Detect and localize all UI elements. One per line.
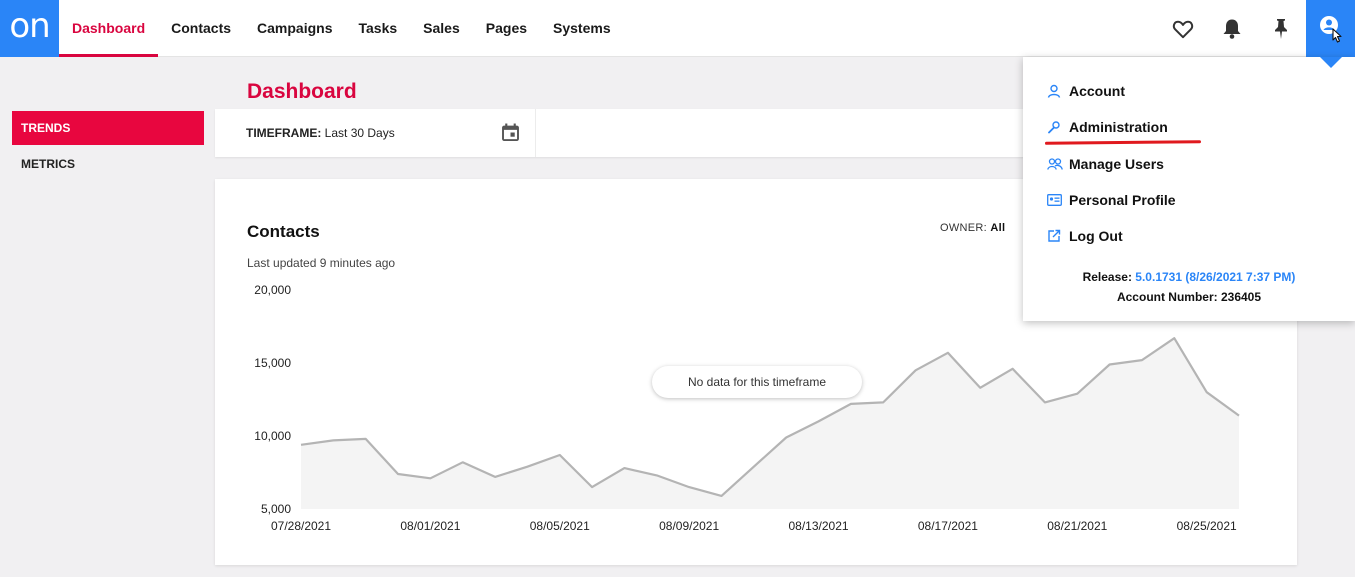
- nav-tasks[interactable]: Tasks: [346, 0, 411, 57]
- menu-item-label: Administration: [1069, 119, 1168, 135]
- chart-area-fill: [301, 338, 1239, 509]
- person-icon: [1047, 84, 1061, 98]
- no-data-pill: No data for this timeframe: [652, 366, 862, 398]
- x-tick-label: 08/13/2021: [788, 519, 848, 533]
- bell-icon: [1223, 19, 1241, 39]
- external-link-icon: [1048, 229, 1061, 242]
- menu-item-label: Log Out: [1069, 228, 1123, 244]
- user-icon: [1319, 15, 1342, 43]
- favorites-button[interactable]: [1159, 0, 1207, 57]
- nav-contacts[interactable]: Contacts: [158, 0, 244, 57]
- x-tick-label: 08/09/2021: [659, 519, 719, 533]
- x-tick-label: 08/21/2021: [1047, 519, 1107, 533]
- notifications-button[interactable]: [1208, 0, 1256, 57]
- main-nav: Dashboard Contacts Campaigns Tasks Sales…: [59, 0, 624, 57]
- menu-item-administration[interactable]: Administration: [1047, 115, 1168, 139]
- wrench-icon: [1048, 121, 1060, 134]
- timeframe-label: TIMEFRAME:: [246, 126, 322, 140]
- x-tick-label: 08/17/2021: [918, 519, 978, 533]
- red-underline-annotation: [1044, 140, 1202, 145]
- y-tick-label: 5,000: [261, 502, 291, 516]
- release-version: 5.0.1731 (8/26/2021 7:37 PM): [1135, 270, 1296, 284]
- x-tick-label: 08/05/2021: [530, 519, 590, 533]
- menu-item-label: Account: [1069, 83, 1125, 99]
- menu-item-label: Manage Users: [1069, 156, 1164, 172]
- app-logo[interactable]: on: [0, 0, 59, 57]
- pin-button[interactable]: [1257, 0, 1305, 57]
- y-tick-label: 20,000: [254, 283, 291, 297]
- release-label: Release:: [1082, 270, 1132, 284]
- nav-dashboard[interactable]: Dashboard: [59, 0, 159, 57]
- x-tick-label: 08/01/2021: [400, 519, 460, 533]
- x-tick-label: 08/25/2021: [1177, 519, 1237, 533]
- account-number-value: 236405: [1220, 290, 1262, 304]
- menu-item-manage-users[interactable]: Manage Users: [1047, 152, 1164, 176]
- x-tick-label: 07/28/2021: [271, 519, 331, 533]
- timeframe-value: Last 30 Days: [324, 126, 395, 140]
- timeframe-selector[interactable]: TIMEFRAME: Last 30 Days: [246, 126, 395, 140]
- timeframe-bar: TIMEFRAME: Last 30 Days: [215, 109, 1045, 157]
- account-number-info: Account Number: 236405: [1023, 290, 1355, 304]
- user-dropdown-menu: Account Administration Manage Users Pers…: [1023, 57, 1355, 321]
- user-menu-caret: [1320, 57, 1342, 68]
- y-tick-label: 15,000: [254, 356, 291, 370]
- release-info: Release: 5.0.1731 (8/26/2021 7:37 PM): [1023, 270, 1355, 284]
- account-number-label: Account Number:: [1116, 290, 1218, 304]
- menu-item-log-out[interactable]: Log Out: [1047, 224, 1123, 248]
- nav-campaigns[interactable]: Campaigns: [244, 0, 345, 57]
- menu-item-personal-profile[interactable]: Personal Profile: [1047, 188, 1176, 212]
- user-menu-button[interactable]: [1306, 0, 1355, 57]
- sidebar-item-trends[interactable]: TRENDS: [12, 111, 204, 145]
- nav-sales[interactable]: Sales: [410, 0, 473, 57]
- page-title: Dashboard: [247, 80, 357, 103]
- calendar-icon[interactable]: [501, 123, 520, 142]
- sidebar-item-metrics[interactable]: METRICS: [12, 147, 204, 181]
- users-icon: [1047, 158, 1063, 170]
- timeframe-divider: [535, 109, 536, 157]
- id-card-icon: [1047, 194, 1062, 206]
- menu-item-label: Personal Profile: [1069, 192, 1176, 208]
- y-tick-label: 10,000: [254, 429, 291, 443]
- top-navbar: on Dashboard Contacts Campaigns Tasks Sa…: [0, 0, 1355, 57]
- nav-systems[interactable]: Systems: [540, 0, 624, 57]
- heart-icon: [1172, 20, 1194, 38]
- menu-item-account[interactable]: Account: [1047, 79, 1125, 103]
- nav-pages[interactable]: Pages: [473, 0, 540, 57]
- pin-icon: [1275, 18, 1287, 39]
